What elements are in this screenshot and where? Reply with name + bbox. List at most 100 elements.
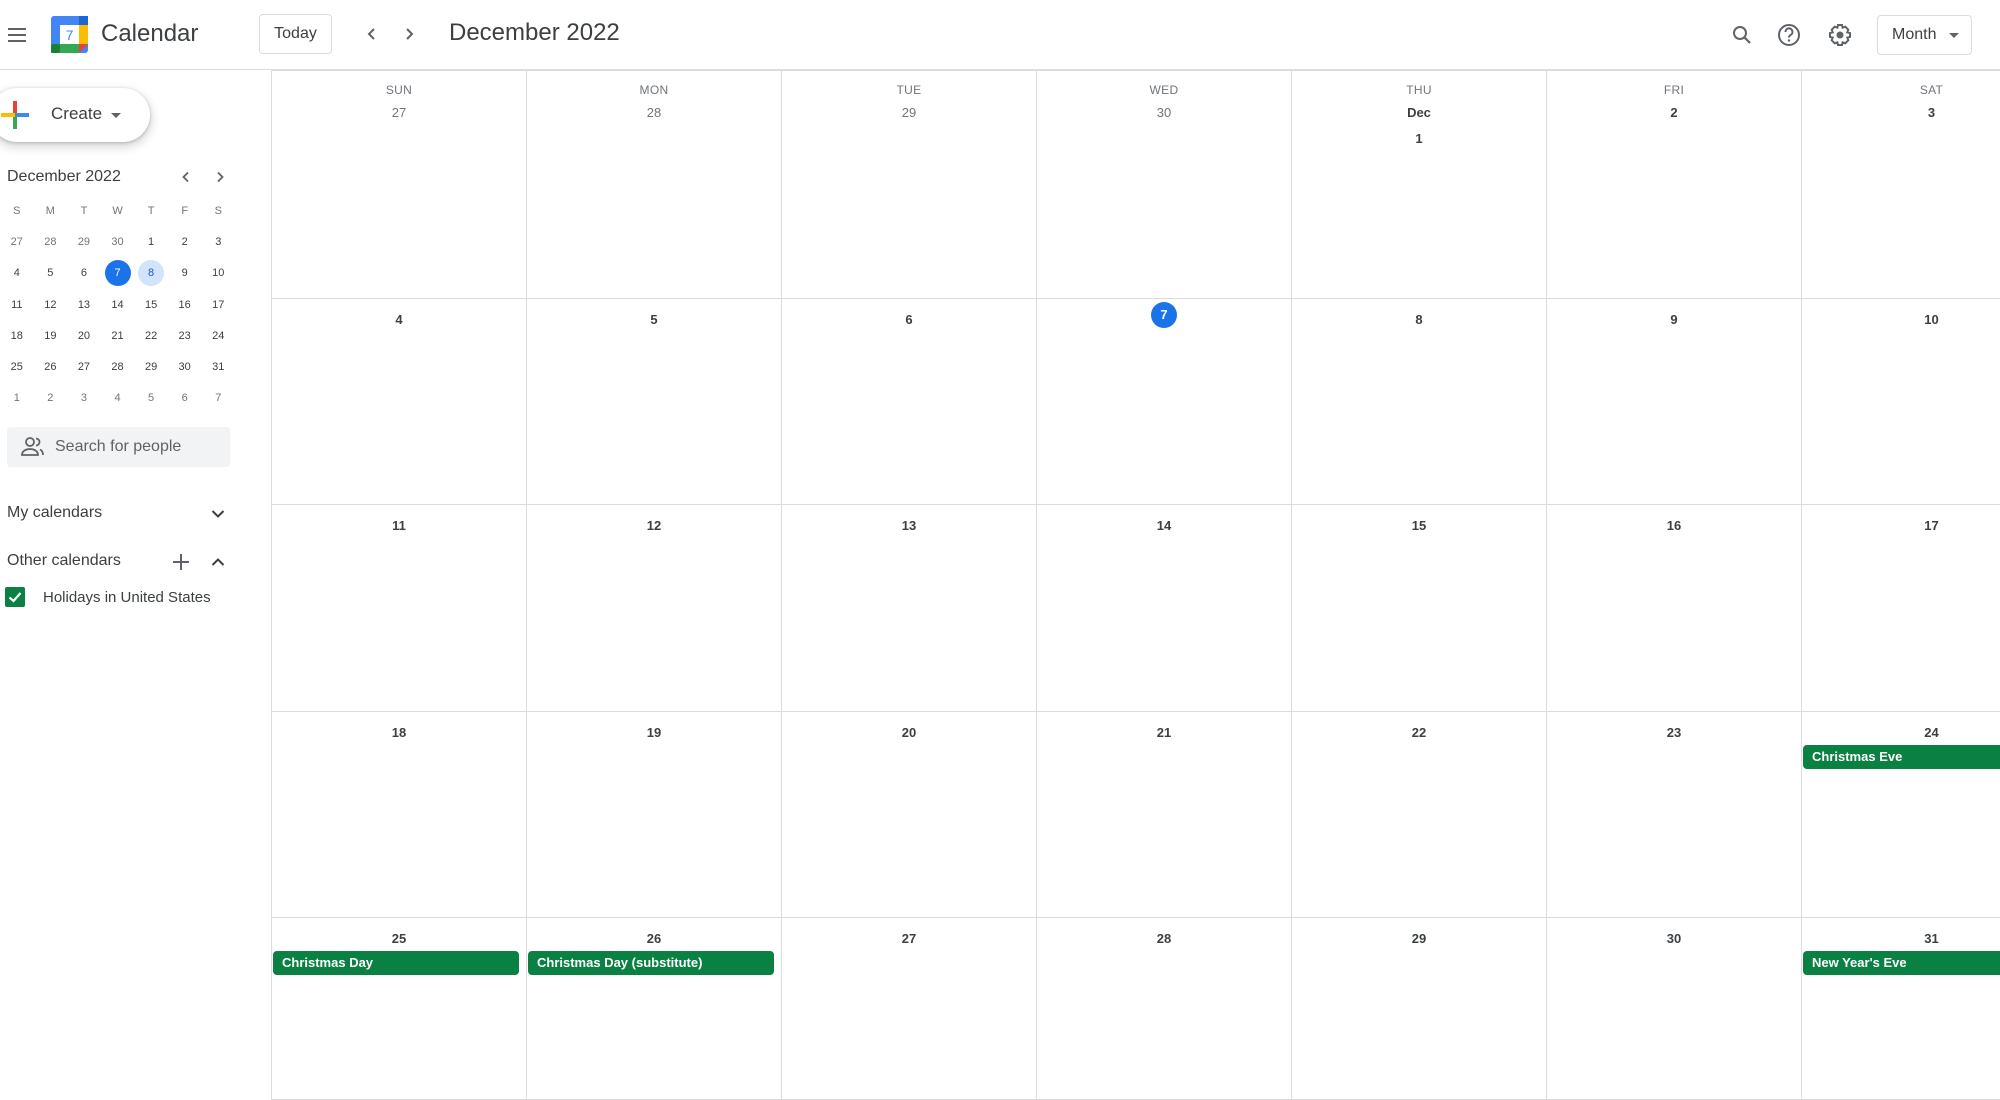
day-cell[interactable]: TUE 29 [781,71,1036,299]
day-cell[interactable]: 9 [1546,299,1801,505]
day-number[interactable]: 4 [272,307,526,333]
day-cell[interactable]: 11 [271,505,526,712]
mini-calendar-day[interactable]: 27 [67,354,101,380]
mini-calendar-previous-button[interactable] [172,163,200,191]
mini-calendar-day-today[interactable]: 7 [101,260,135,287]
mini-calendar-day[interactable]: 25 [0,354,34,380]
mini-calendar-day[interactable]: 5 [134,385,168,411]
mini-calendar-day[interactable]: 2 [34,385,68,411]
mini-calendar-day[interactable]: 16 [168,292,202,318]
day-number[interactable]: 10 [1802,307,2000,333]
mini-calendar-day[interactable]: 14 [101,292,135,318]
mini-calendar-day[interactable]: 6 [67,260,101,286]
day-cell[interactable]: 31 New Year's Eve [1801,918,2000,1100]
day-number[interactable]: 27 [272,100,526,126]
previous-month-button[interactable] [356,18,388,50]
day-number[interactable]: 30 [1037,100,1291,126]
mini-calendar-day[interactable]: 17 [201,292,235,318]
day-number[interactable]: 12 [527,513,781,539]
help-button[interactable] [1769,15,1809,55]
day-cell[interactable]: 8 [1291,299,1546,505]
day-cell[interactable]: SAT 3 [1801,71,2000,299]
mini-calendar-day[interactable]: 3 [67,385,101,411]
day-number[interactable]: 25 [272,926,526,952]
day-cell[interactable]: 21 [1036,712,1291,918]
day-cell[interactable]: 17 [1801,505,2000,712]
mini-calendar-day[interactable]: 20 [67,323,101,349]
calendar-checkbox[interactable] [5,587,25,607]
day-number[interactable]: 14 [1037,513,1291,539]
day-number[interactable]: 28 [527,100,781,126]
day-number[interactable]: 18 [272,720,526,746]
mini-calendar-day[interactable]: 23 [168,323,202,349]
people-search-input[interactable] [55,435,225,459]
mini-calendar-day[interactable]: 1 [134,229,168,255]
mini-calendar-day[interactable]: 28 [101,354,135,380]
mini-calendar-day[interactable]: 1 [0,385,34,411]
day-number[interactable]: 11 [272,513,526,539]
day-number[interactable]: 26 [527,926,781,952]
mini-calendar-day[interactable]: 31 [201,354,235,380]
mini-calendar-day[interactable]: 2 [168,229,202,255]
day-cell[interactable]: MON 28 [526,71,781,299]
event-chip[interactable]: Christmas Day [273,951,519,975]
day-number[interactable]: 8 [1292,307,1546,333]
day-number[interactable]: 6 [782,307,1036,333]
day-number[interactable]: 20 [782,720,1036,746]
day-cell[interactable]: 27 [781,918,1036,1100]
mini-calendar-day[interactable]: 4 [101,385,135,411]
day-number[interactable]: Dec 1 [1292,100,1546,146]
mini-calendar-day[interactable]: 24 [201,323,235,349]
view-selector[interactable]: Month [1877,15,1972,55]
settings-button[interactable] [1820,15,1860,55]
day-cell[interactable]: 5 [526,299,781,505]
day-cell[interactable]: 26 Christmas Day (substitute) [526,918,781,1100]
mini-calendar-day[interactable]: 28 [34,229,68,255]
mini-calendar-day[interactable]: 12 [34,292,68,318]
day-cell[interactable]: 15 [1291,505,1546,712]
day-cell[interactable]: 30 [1546,918,1801,1100]
mini-calendar-day[interactable]: 30 [168,354,202,380]
mini-calendar-day[interactable]: 5 [34,260,68,286]
mini-calendar-day[interactable]: 10 [201,260,235,286]
other-calendars-heading[interactable]: Other calendars [7,552,121,570]
search-button[interactable] [1722,15,1762,55]
day-cell[interactable]: 4 [271,299,526,505]
create-button[interactable]: Create [0,88,150,142]
mini-calendar-day[interactable]: 15 [134,292,168,318]
mini-calendar-next-button[interactable] [206,163,234,191]
mini-calendar-day[interactable]: 27 [0,229,34,255]
mini-calendar-day[interactable]: 30 [101,229,135,255]
event-chip[interactable]: New Year's Eve [1803,951,2000,975]
day-number[interactable]: 16 [1547,513,1801,539]
day-number-today[interactable]: 7 [1037,302,1291,328]
add-other-calendar-button[interactable] [167,548,195,576]
day-cell[interactable]: 29 [1291,918,1546,1100]
mini-calendar-day[interactable]: 19 [34,323,68,349]
today-button[interactable]: Today [259,14,332,54]
day-cell[interactable]: 19 [526,712,781,918]
mini-calendar-day-selected[interactable]: 8 [134,260,168,287]
day-cell[interactable]: 18 [271,712,526,918]
day-number[interactable]: 13 [782,513,1036,539]
day-cell[interactable]: 13 [781,505,1036,712]
day-number[interactable]: 23 [1547,720,1801,746]
event-chip[interactable]: Christmas Day (substitute) [528,951,774,975]
day-number[interactable]: 19 [527,720,781,746]
mini-calendar-day[interactable]: 21 [101,323,135,349]
day-number[interactable]: 17 [1802,513,2000,539]
day-number[interactable]: 5 [527,307,781,333]
mini-calendar-day[interactable]: 22 [134,323,168,349]
day-cell[interactable]: 22 [1291,712,1546,918]
day-number[interactable]: 22 [1292,720,1546,746]
day-cell[interactable]: 28 [1036,918,1291,1100]
expand-my-calendars-button[interactable] [204,500,232,528]
mini-calendar-day[interactable]: 29 [134,354,168,380]
day-number[interactable]: 2 [1547,100,1801,126]
day-cell[interactable]: 10 [1801,299,2000,505]
day-cell[interactable]: 6 [781,299,1036,505]
day-cell[interactable]: THU Dec 1 [1291,71,1546,299]
day-number[interactable]: 27 [782,926,1036,952]
day-number[interactable]: 9 [1547,307,1801,333]
mini-calendar-day[interactable]: 6 [168,385,202,411]
